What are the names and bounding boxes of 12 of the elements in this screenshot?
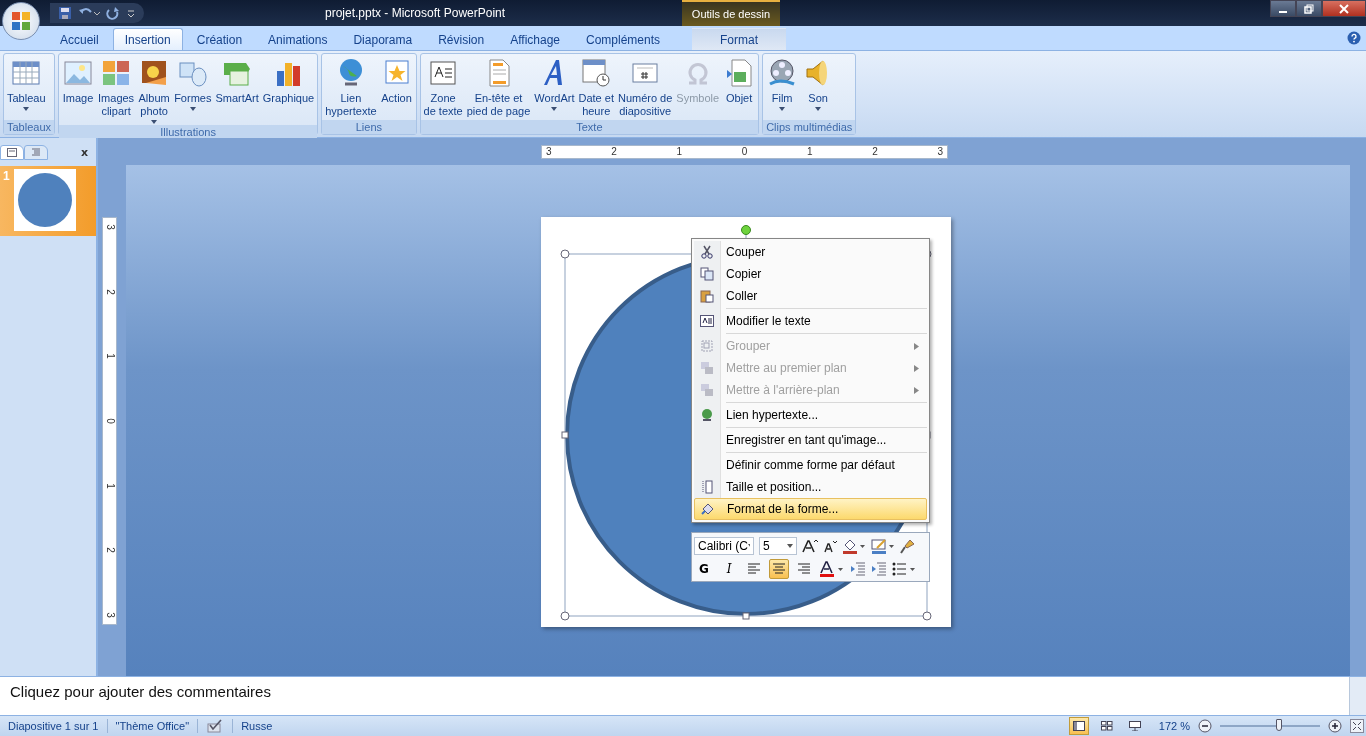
window-title: projet.pptx - Microsoft PowerPoint <box>325 6 506 20</box>
group-label: Tableaux <box>4 120 55 134</box>
contextual-tab-title: Outils de dessin <box>682 0 780 26</box>
group-label: Liens <box>322 120 416 134</box>
vertical-ruler: 3 2 1 0 1 2 3 <box>102 217 117 625</box>
group-label: Clips multimédias <box>763 120 856 134</box>
slide-counter: Diapositive 1 sur 1 <box>8 720 99 732</box>
slide-number: 1 <box>3 169 10 185</box>
horizontal-ruler: 3 2 1 0 1 2 3 <box>541 145 948 159</box>
theme-name: "Thème Office" <box>115 720 190 732</box>
group-label: Texte <box>420 120 759 134</box>
group-label: Illustrations <box>59 125 318 139</box>
